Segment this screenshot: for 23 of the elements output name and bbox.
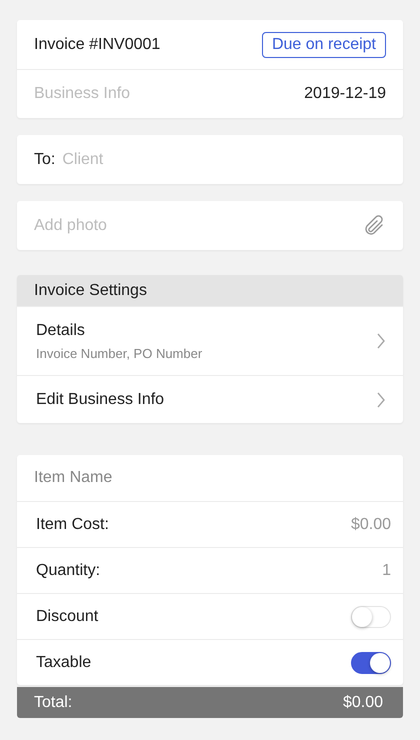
settings-item[interactable]: Details Invoice Number, PO Number [17,306,403,375]
item-value-field[interactable]: 1 [271,562,391,580]
to-label: To: [34,150,56,168]
item-name-field[interactable]: Item Name [34,469,241,487]
chevron-right-icon [376,392,386,408]
chevron-right-icon [376,333,386,349]
client-field[interactable]: Client [62,150,262,168]
total-label: Total: [34,694,72,712]
section-header: Invoice Settings [17,275,403,306]
terms-button[interactable]: Due on receipt [262,32,386,58]
settings-item-title: Details [36,322,86,340]
item-row-label: Item Cost: [36,516,109,534]
item-row-label: Taxable [36,654,92,672]
item-row-label: Discount [36,608,98,626]
settings-item[interactable]: Edit Business Info [17,375,403,423]
invoice-date[interactable]: 2019-12-19 [304,85,386,103]
item-row-label: Quantity: [36,562,100,580]
invoice-title: Invoice #INV0001 [34,36,160,54]
settings-item-title: Edit Business Info [36,390,164,408]
toggle-switch[interactable] [351,652,391,674]
settings-item-subtitle: Invoice Number, PO Number [36,346,202,360]
item-value-field[interactable]: $0.00 [271,516,391,534]
total-value: $0.00 [342,694,383,712]
